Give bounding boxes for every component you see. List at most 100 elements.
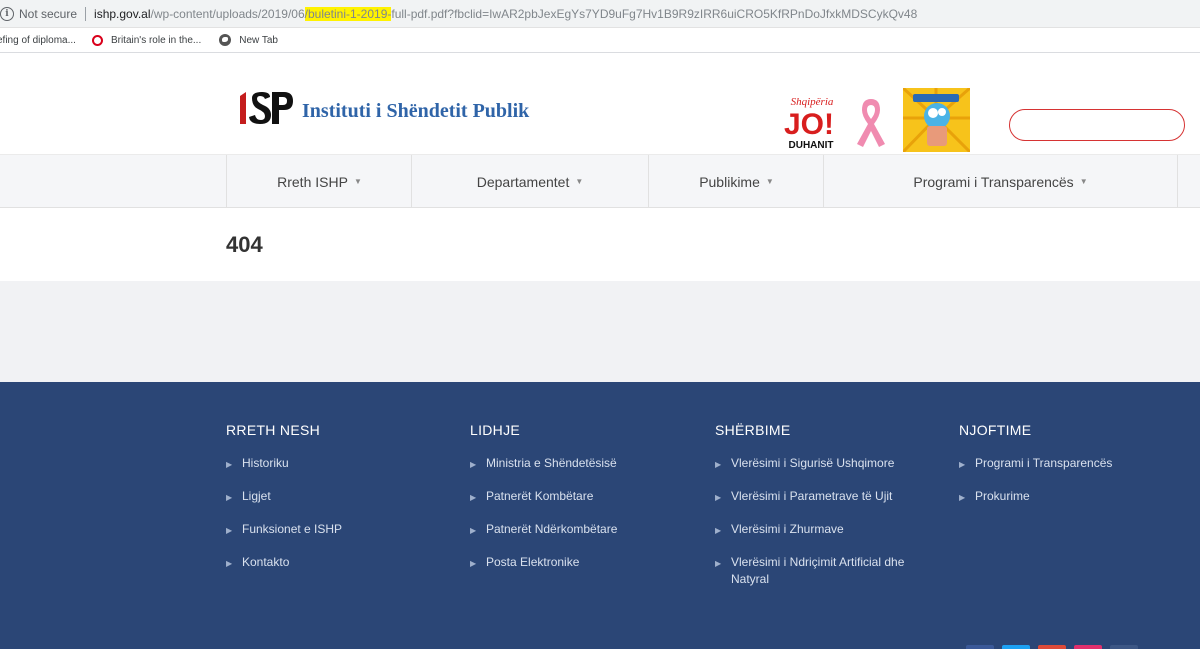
- footer-link-label[interactable]: Vlerësimi i Zhurmave: [731, 521, 844, 539]
- footer-link-label[interactable]: Patnerët Kombëtare: [486, 488, 593, 506]
- nav-item-programi-transparences[interactable]: Programi i Transparencës ▼: [823, 155, 1177, 208]
- triangle-right-icon: ▶: [470, 460, 477, 469]
- footer-heading: RRETH NESH: [226, 422, 321, 438]
- divider: [85, 6, 87, 21]
- footer-link-label[interactable]: Vlerësimi i Parametrave të Ujit: [731, 488, 892, 506]
- footer-link[interactable]: ▶ Funksionet e ISHP: [226, 521, 466, 539]
- info-icon[interactable]: i: [0, 6, 14, 21]
- triangle-right-icon: ▶: [226, 460, 233, 469]
- globe-icon: [219, 34, 232, 46]
- facebook-icon[interactable]: [966, 645, 994, 649]
- security-label[interactable]: Not secure: [19, 7, 77, 21]
- caret-down-icon: ▼: [575, 177, 584, 186]
- main-content: 404: [0, 208, 1200, 281]
- footer-link[interactable]: ▶ Kontakto: [226, 554, 466, 572]
- footer-link-label[interactable]: Funksionet e ISHP: [242, 521, 342, 539]
- site-logo[interactable]: Instituti i Shëndetit Publik: [236, 88, 529, 130]
- triangle-right-icon: ▶: [715, 460, 722, 469]
- footer-link[interactable]: ▶ Patnerët Ndërkombëtare: [470, 521, 710, 539]
- site-header: Instituti i Shëndetit Publik Shqipëria J…: [0, 54, 1200, 154]
- site-title: Instituti i Shëndetit Publik: [302, 99, 530, 122]
- triangle-right-icon: ▶: [470, 559, 477, 568]
- triangle-right-icon: ▶: [470, 493, 477, 502]
- nav-item-publikime[interactable]: Publikime ▼: [648, 155, 824, 208]
- bookmark-item[interactable]: Britain's role in the...: [91, 34, 202, 46]
- caret-down-icon: ▼: [765, 177, 774, 186]
- footer-link-label[interactable]: Prokurime: [975, 488, 1030, 506]
- badge-bottom-text: DUHANIT: [789, 140, 834, 150]
- triangle-right-icon: ▶: [959, 493, 966, 502]
- footer-link[interactable]: ▶ Programi i Transparencës: [959, 455, 1199, 473]
- footer-column-sherbime: SHËRBIME ▶ Vlerësimi i Sigurisë Ushqimore…: [715, 422, 935, 603]
- triangle-right-icon: ▶: [959, 460, 966, 469]
- footer-link[interactable]: ▶ Historiku: [226, 455, 466, 473]
- nav-item-departamentet[interactable]: Departamentet ▼: [411, 155, 648, 208]
- page-title: 404: [226, 232, 263, 257]
- url-highlight[interactable]: /buletini-1-2019-: [304, 6, 392, 21]
- bookmark-label: New Tab: [239, 34, 278, 46]
- footer-link[interactable]: ▶ Vlerësimi i Ndriçimit Artificial dhe Na…: [715, 554, 935, 588]
- triangle-right-icon: ▶: [715, 526, 722, 535]
- footer-link-label[interactable]: Patnerët Ndërkombëtare: [486, 521, 617, 539]
- triangle-right-icon: ▶: [715, 559, 722, 568]
- url-host[interactable]: ishp.gov.al: [94, 7, 150, 21]
- site-footer: RRETH NESH ▶ Historiku ▶ Ligjet ▶ Funksione…: [0, 382, 1200, 649]
- footer-column-lidhje: LIDHJE ▶ Ministria e Shëndetësisë ▶ Patner…: [470, 422, 710, 587]
- footer-heading: LIDHJE: [470, 422, 521, 438]
- jo-duhanit-badge[interactable]: Shqipëria JO! DUHANIT: [784, 94, 840, 151]
- footer-link[interactable]: ▶ Prokurime: [959, 488, 1199, 506]
- footer-link[interactable]: ▶ Ministria e Shëndetësisë: [470, 455, 710, 473]
- bookmark-label: Britain's role in the...: [110, 34, 202, 46]
- bookmarks-bar: efing of diploma... Britain's role in th…: [0, 28, 1200, 53]
- main-nav: Rreth ISHP ▼ Departamentet ▼ Publikime ▼…: [0, 154, 1200, 208]
- nav-label: Programi i Transparencës: [913, 173, 1074, 190]
- opera-icon: [91, 34, 103, 46]
- rss-icon[interactable]: [1110, 645, 1138, 649]
- bookmark-item[interactable]: efing of diploma...: [0, 35, 76, 46]
- footer-link-label[interactable]: Vlerësimi i Sigurisë Ushqimore: [731, 455, 894, 473]
- url-path[interactable]: /wp-content/uploads/2019/06: [151, 7, 305, 21]
- footer-link[interactable]: ▶ Vlerësimi i Zhurmave: [715, 521, 935, 539]
- triangle-right-icon: ▶: [226, 559, 233, 568]
- triangle-right-icon: ▶: [470, 526, 477, 535]
- footer-link-label[interactable]: Historiku: [242, 455, 289, 473]
- triangle-right-icon: ▶: [226, 526, 233, 535]
- address-bar[interactable]: i Not secure ishp.gov.al /wp-content/upl…: [0, 0, 1200, 28]
- caret-down-icon: ▼: [353, 177, 362, 186]
- url-query[interactable]: full-pdf.pdf?fbclid=IwAR2pbJexEgYs7YD9uF…: [391, 7, 917, 21]
- social-links: [966, 645, 1146, 649]
- footer-link[interactable]: ▶ Vlerësimi i Parametrave të Ujit: [715, 488, 935, 506]
- nav-label: Rreth ISHP: [277, 173, 348, 190]
- search-input[interactable]: [1009, 109, 1185, 141]
- campaign-badge-icon[interactable]: [901, 86, 972, 154]
- footer-link[interactable]: ▶ Ligjet: [226, 488, 466, 506]
- footer-column-rreth-nesh: RRETH NESH ▶ Historiku ▶ Ligjet ▶ Funksione…: [226, 422, 466, 587]
- divider: [1177, 155, 1178, 208]
- badge-main-text: JO!: [784, 108, 834, 141]
- ishp-logo-icon: [236, 88, 294, 130]
- footer-link[interactable]: ▶ Posta Elektronike: [470, 554, 710, 572]
- instagram-icon[interactable]: [1074, 645, 1102, 649]
- footer-link[interactable]: ▶ Vlerësimi i Sigurisë Ushqimore: [715, 455, 935, 473]
- pink-ribbon-icon[interactable]: [856, 96, 886, 148]
- footer-heading: NJOFTIME: [959, 422, 1032, 438]
- badge-top-text: Shqipëria: [791, 96, 834, 108]
- footer-link-label[interactable]: Ministria e Shëndetësisë: [486, 455, 617, 473]
- triangle-right-icon: ▶: [226, 493, 233, 502]
- content-spacer: [0, 281, 1200, 382]
- bookmark-label: efing of diploma...: [0, 34, 76, 46]
- footer-link-label[interactable]: Kontakto: [242, 554, 289, 572]
- footer-link-label[interactable]: Posta Elektronike: [486, 554, 579, 572]
- caret-down-icon: ▼: [1079, 177, 1088, 186]
- twitter-icon[interactable]: [1002, 645, 1030, 649]
- footer-link-label[interactable]: Vlerësimi i Ndriçimit Artificial dhe Nat…: [731, 554, 935, 588]
- footer-heading: SHËRBIME: [715, 422, 791, 438]
- nav-item-rreth-ishp[interactable]: Rreth ISHP ▼: [226, 155, 412, 208]
- footer-column-njoftime: NJOFTIME ▶ Programi i Transparencës ▶ Prok…: [959, 422, 1199, 521]
- nav-label: Departamentet: [476, 173, 570, 190]
- footer-link-label[interactable]: Ligjet: [242, 488, 271, 506]
- footer-link[interactable]: ▶ Patnerët Kombëtare: [470, 488, 710, 506]
- google-plus-icon[interactable]: [1038, 645, 1066, 649]
- bookmark-item[interactable]: New Tab: [219, 34, 278, 46]
- footer-link-label[interactable]: Programi i Transparencës: [975, 455, 1112, 473]
